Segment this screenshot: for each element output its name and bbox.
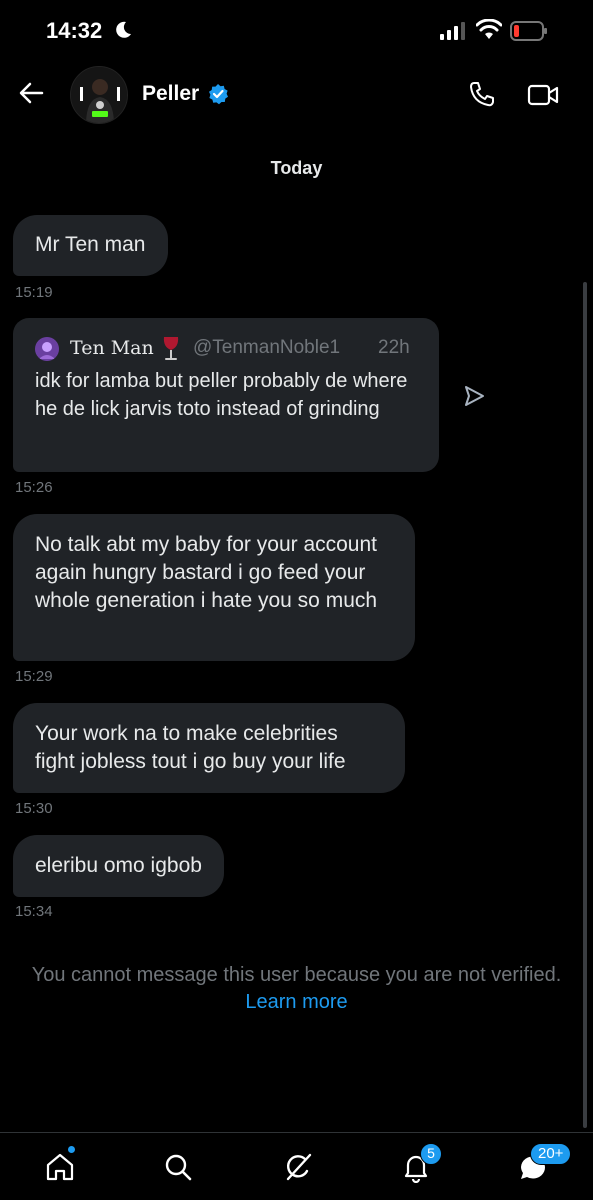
message-bubble[interactable]: No talk abt my baby for your account aga… <box>13 514 415 661</box>
quoted-author-avatar <box>35 337 59 361</box>
message-timestamp: 15:34 <box>15 903 53 920</box>
home-new-indicator <box>67 1145 76 1154</box>
quoted-post-card[interactable]: Ten Man @TenmanNoble1 22h idk for lamba … <box>13 318 439 472</box>
quoted-post-text: idk for lamba but peller probably de whe… <box>35 370 408 420</box>
message-timestamp: 15:19 <box>15 284 53 301</box>
messages-count-badge: 20+ <box>530 1143 572 1165</box>
notifications-count-badge: 5 <box>420 1143 442 1165</box>
message-bubble[interactable]: eleribu omo igbob <box>13 835 224 897</box>
quoted-author-name: Ten Man <box>70 337 154 359</box>
battery-icon <box>510 21 547 41</box>
moon-icon <box>116 21 131 38</box>
quoted-post-age: 22h <box>378 337 410 358</box>
chat-header: Peller <box>0 62 593 128</box>
video-call-icon[interactable] <box>527 82 559 108</box>
back-arrow-icon[interactable] <box>18 80 44 106</box>
quoted-author-handle: @TenmanNoble1 <box>193 337 341 358</box>
learn-more-link[interactable]: Learn more <box>245 991 347 1013</box>
message-bubble[interactable]: Mr Ten man <box>13 215 168 276</box>
message-timestamp: 15:30 <box>15 800 53 817</box>
scrollbar[interactable] <box>583 282 587 1128</box>
message-timestamp: 15:26 <box>15 479 53 496</box>
message-timestamp: 15:29 <box>15 668 53 685</box>
home-icon[interactable] <box>44 1151 76 1183</box>
search-icon[interactable] <box>162 1151 194 1183</box>
wifi-icon <box>476 19 502 39</box>
status-bar: 14:32 <box>0 0 593 62</box>
day-separator: Today <box>270 158 323 178</box>
message-bubble[interactable]: Your work na to make celebrities fight j… <box>13 703 405 793</box>
cellular-signal-icon <box>440 22 465 40</box>
status-time: 14:32 <box>46 18 103 43</box>
avatar-image <box>71 67 127 123</box>
verified-badge-icon <box>209 84 228 105</box>
notice-text: You cannot message this user because you… <box>31 964 562 986</box>
wine-glass-icon <box>163 337 179 360</box>
phone-call-icon[interactable] <box>468 80 496 108</box>
verification-notice: You cannot message this user because you… <box>30 962 563 1016</box>
share-send-icon[interactable] <box>462 384 486 408</box>
contact-avatar[interactable] <box>70 66 128 124</box>
grok-icon[interactable] <box>282 1151 314 1183</box>
bottom-tab-bar <box>0 1132 593 1200</box>
contact-name[interactable]: Peller <box>142 82 199 106</box>
